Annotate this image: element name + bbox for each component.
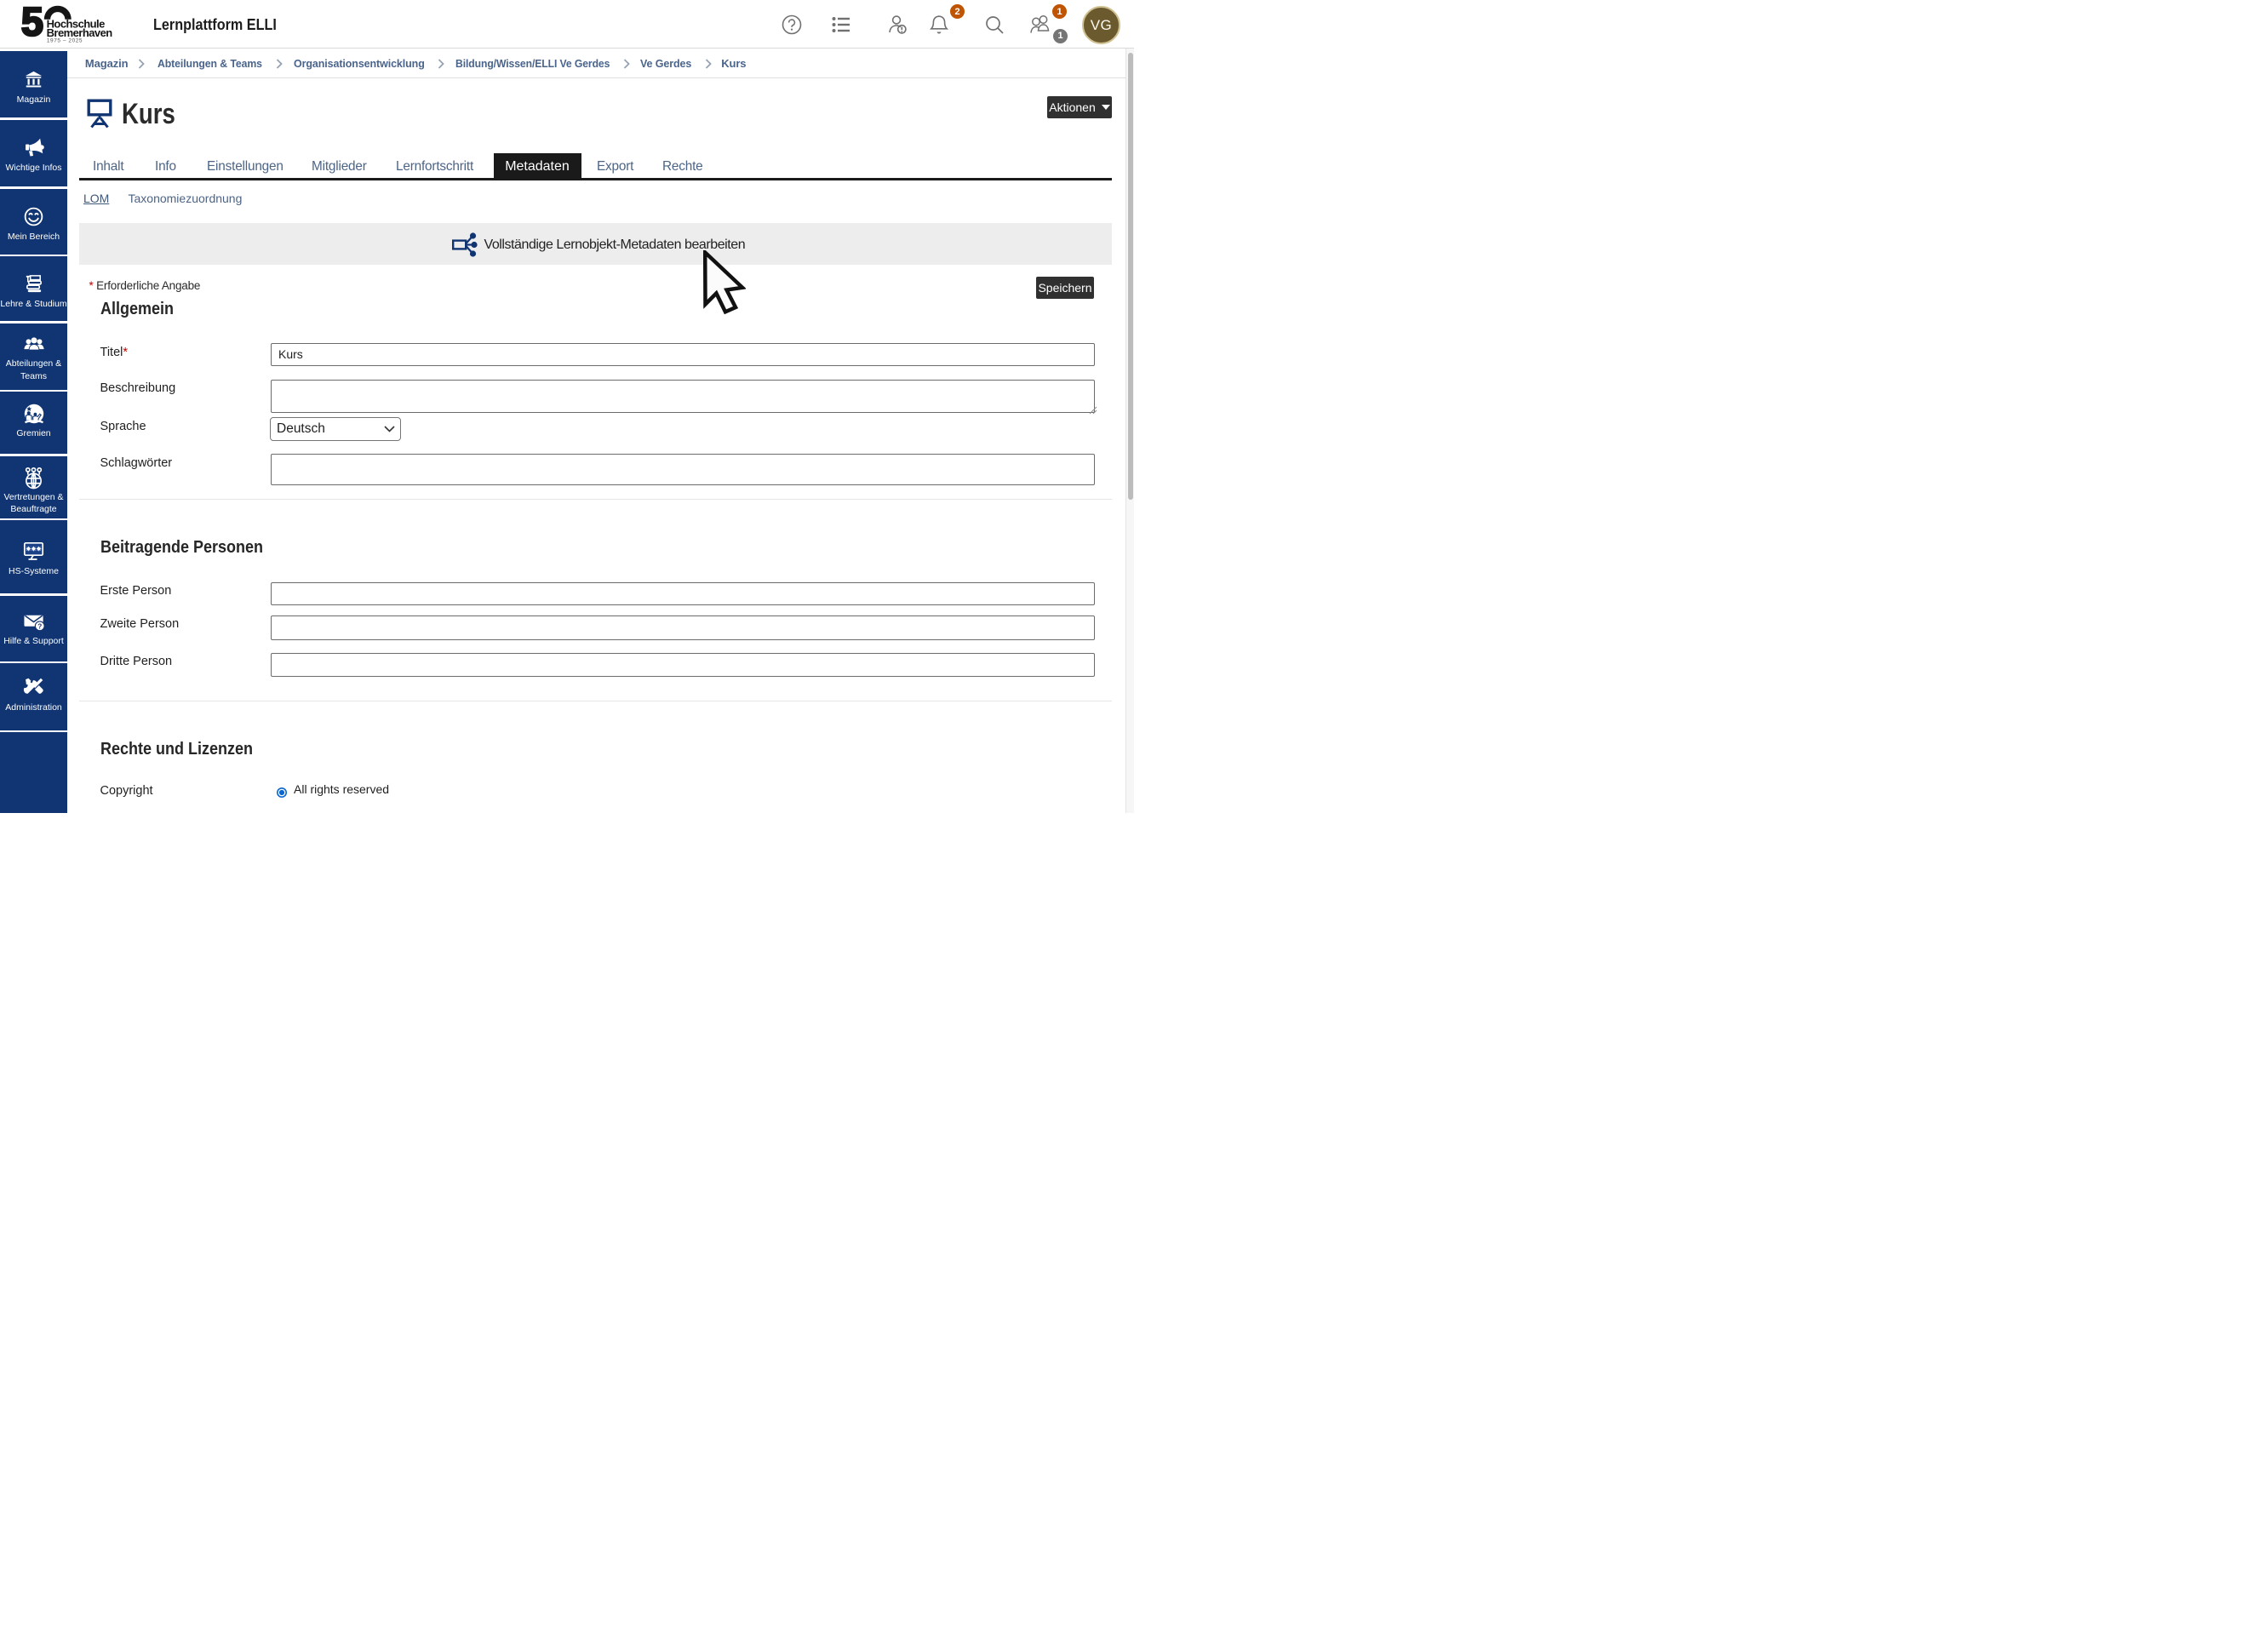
- svg-text:?: ?: [37, 622, 42, 630]
- svg-text:1975 – 2025: 1975 – 2025: [47, 38, 83, 44]
- svg-text:5: 5: [21, 4, 43, 44]
